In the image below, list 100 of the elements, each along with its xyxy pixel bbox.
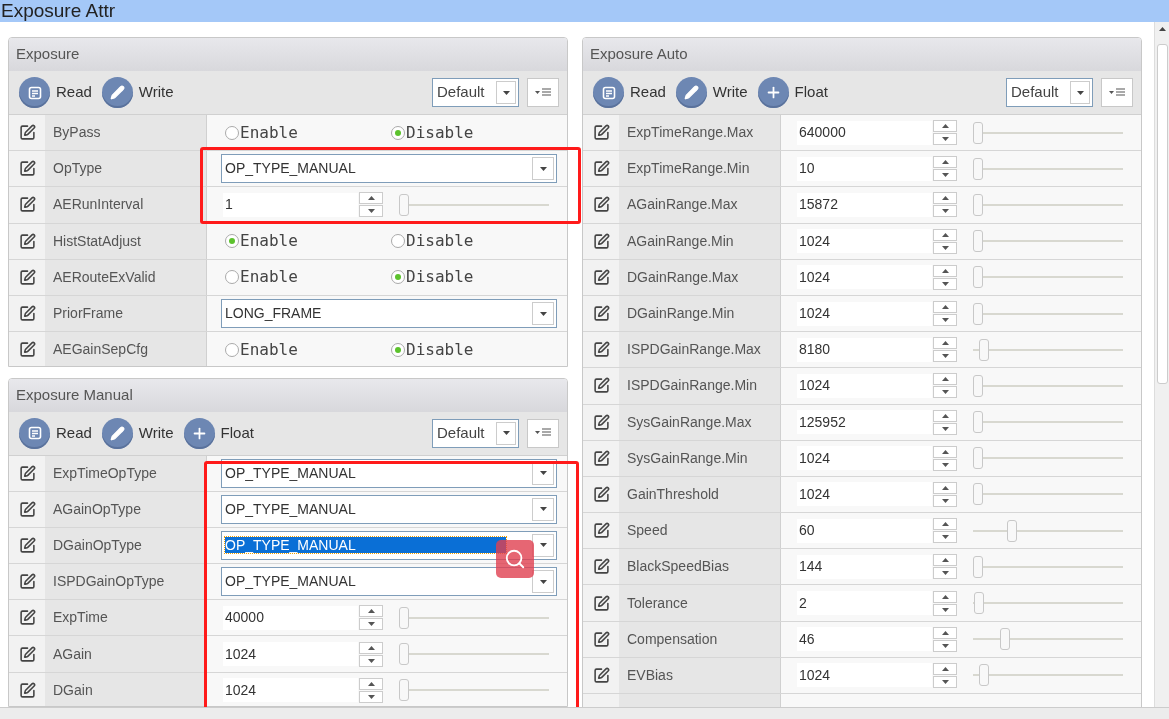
decrement-button[interactable] <box>359 205 383 218</box>
number-field[interactable]: 1024 <box>797 229 932 254</box>
edit-icon[interactable] <box>18 573 36 591</box>
edit-icon[interactable] <box>18 232 36 250</box>
number-field[interactable]: 1024 <box>797 482 932 507</box>
number-field[interactable]: 15872 <box>797 192 932 217</box>
radio-option[interactable]: Enable <box>225 120 391 145</box>
slider[interactable] <box>973 410 1123 435</box>
radio-option[interactable]: Disable <box>391 337 557 362</box>
decrement-button[interactable] <box>933 567 957 580</box>
slider[interactable] <box>973 337 1123 362</box>
preset-dropdown[interactable]: Default <box>1006 78 1093 107</box>
slider[interactable] <box>399 605 549 630</box>
increment-button[interactable] <box>933 120 957 133</box>
edit-icon[interactable] <box>592 196 610 214</box>
decrement-button[interactable] <box>933 458 957 471</box>
decrement-button[interactable] <box>933 133 957 146</box>
decrement-button[interactable] <box>933 675 957 688</box>
edit-icon[interactable] <box>592 232 610 250</box>
number-field[interactable]: 125952 <box>797 410 932 435</box>
number-field[interactable]: 60 <box>797 518 932 543</box>
increment-button[interactable] <box>359 605 383 618</box>
slider[interactable] <box>973 265 1123 290</box>
toolbar-button[interactable]: Float <box>183 417 254 449</box>
radio-button[interactable] <box>391 234 405 249</box>
dropdown-field[interactable]: OP_TYPE_MANUAL <box>221 567 557 597</box>
slider-thumb[interactable] <box>973 230 983 253</box>
decrement-button[interactable] <box>933 639 957 652</box>
edit-icon[interactable] <box>592 413 610 431</box>
decrement-button[interactable] <box>933 422 957 435</box>
slider[interactable] <box>973 120 1123 145</box>
slider[interactable] <box>399 192 549 217</box>
increment-button[interactable] <box>933 301 957 314</box>
radio-option[interactable]: Enable <box>225 337 391 362</box>
toolbar-button[interactable]: Write <box>675 77 748 108</box>
edit-icon[interactable] <box>18 305 36 323</box>
increment-button[interactable] <box>933 228 957 241</box>
slider-thumb[interactable] <box>399 606 409 629</box>
slider[interactable] <box>973 482 1123 507</box>
slider[interactable] <box>973 192 1123 217</box>
slider[interactable] <box>973 301 1123 326</box>
increment-button[interactable] <box>933 481 957 494</box>
increment-button[interactable] <box>933 264 957 277</box>
edit-icon[interactable] <box>18 536 36 554</box>
edit-icon[interactable] <box>592 377 610 395</box>
radio-option[interactable]: Disable <box>391 120 557 145</box>
slider-thumb[interactable] <box>399 193 409 216</box>
slider-thumb[interactable] <box>973 411 983 434</box>
increment-button[interactable] <box>359 641 383 654</box>
slider-thumb[interactable] <box>973 374 983 397</box>
edit-icon[interactable] <box>592 160 610 178</box>
toolbar-button[interactable]: Read <box>593 77 666 108</box>
decrement-button[interactable] <box>933 350 957 363</box>
preset-dropdown[interactable]: Default <box>432 78 519 107</box>
dropdown-field[interactable]: OP_TYPE_MANUAL <box>221 494 557 524</box>
edit-icon[interactable] <box>592 268 610 286</box>
edit-icon[interactable] <box>592 341 610 359</box>
slider-thumb[interactable] <box>973 302 983 325</box>
slider[interactable] <box>973 229 1123 254</box>
slider[interactable] <box>973 373 1123 398</box>
edit-icon[interactable] <box>18 124 36 142</box>
dropdown-field[interactable]: OP_TYPE_MANUAL <box>221 154 557 184</box>
decrement-button[interactable] <box>933 494 957 507</box>
slider-thumb[interactable] <box>973 157 983 180</box>
radio-button[interactable] <box>391 342 405 357</box>
dropdown-field[interactable]: OP_TYPE_MANUAL <box>221 458 557 488</box>
decrement-button[interactable] <box>359 654 383 667</box>
toolbar-button[interactable]: Float <box>757 77 828 108</box>
dropdown-field[interactable]: OP_TYPE_MANUAL <box>221 530 557 560</box>
edit-icon[interactable] <box>18 341 36 359</box>
radio-button[interactable] <box>391 270 405 285</box>
number-field[interactable]: 2 <box>797 591 932 616</box>
slider-thumb[interactable] <box>973 121 983 144</box>
number-field[interactable]: 144 <box>797 554 932 579</box>
number-field[interactable]: 1024 <box>797 301 932 326</box>
decrement-button[interactable] <box>933 205 957 218</box>
increment-button[interactable] <box>359 677 383 690</box>
edit-icon[interactable] <box>592 594 610 612</box>
slider-thumb[interactable] <box>999 628 1010 651</box>
slider-thumb[interactable] <box>973 483 983 506</box>
increment-button[interactable] <box>933 554 957 567</box>
edit-icon[interactable] <box>592 124 610 142</box>
number-field[interactable]: 1024 <box>797 265 932 290</box>
edit-icon[interactable] <box>592 485 610 503</box>
number-field[interactable]: 10 <box>797 156 932 181</box>
edit-icon[interactable] <box>18 196 36 214</box>
slider[interactable] <box>399 642 549 667</box>
toolbar-button[interactable]: Write <box>101 417 174 449</box>
dropdown-field[interactable]: LONG_FRAME <box>221 299 557 329</box>
increment-button[interactable] <box>933 337 957 350</box>
number-field[interactable]: 1024 <box>223 642 358 667</box>
number-field[interactable]: 1024 <box>797 663 932 688</box>
decrement-button[interactable] <box>933 241 957 254</box>
decrement-button[interactable] <box>359 690 383 703</box>
radio-option[interactable]: Enable <box>225 229 391 254</box>
toolbar-button[interactable]: Write <box>101 77 174 108</box>
edit-icon[interactable] <box>18 681 36 699</box>
radio-button[interactable] <box>225 342 239 357</box>
decrement-button[interactable] <box>933 314 957 327</box>
slider[interactable] <box>973 446 1123 471</box>
